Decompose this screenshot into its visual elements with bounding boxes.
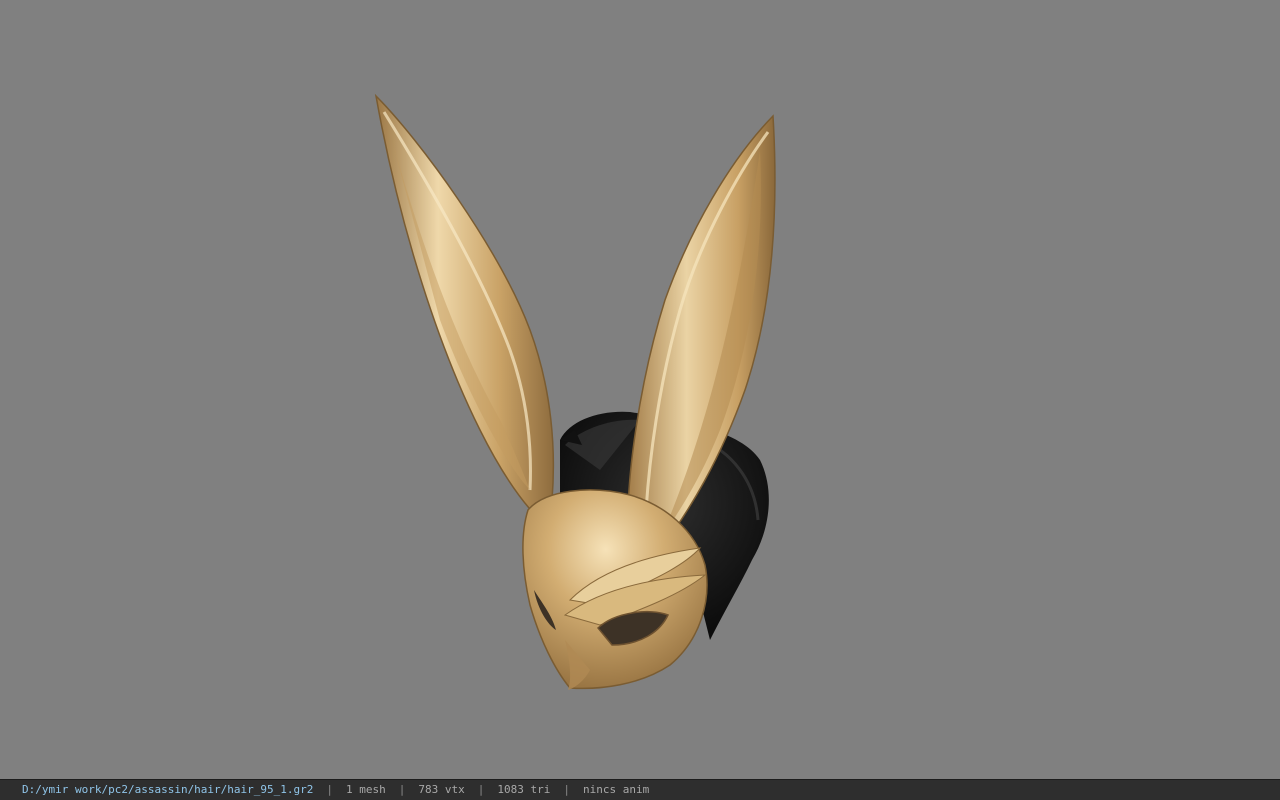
separator: |	[477, 783, 485, 796]
mesh-count: 1 mesh	[346, 783, 386, 796]
separator: |	[398, 783, 406, 796]
vertex-count: 783 vtx	[418, 783, 465, 796]
triangle-count: 1083 tri	[497, 783, 551, 796]
3d-viewport[interactable]	[0, 0, 1280, 779]
status-bar: D:/ymir work/pc2/assassin/hair/hair_95_1…	[0, 779, 1280, 800]
model-render	[374, 93, 776, 690]
left-ear	[374, 93, 555, 522]
anim-status: nincs anim	[583, 783, 650, 796]
separator: |	[326, 783, 334, 796]
file-path: D:/ymir work/pc2/assassin/hair/hair_95_1…	[22, 783, 314, 796]
separator: |	[563, 783, 570, 796]
